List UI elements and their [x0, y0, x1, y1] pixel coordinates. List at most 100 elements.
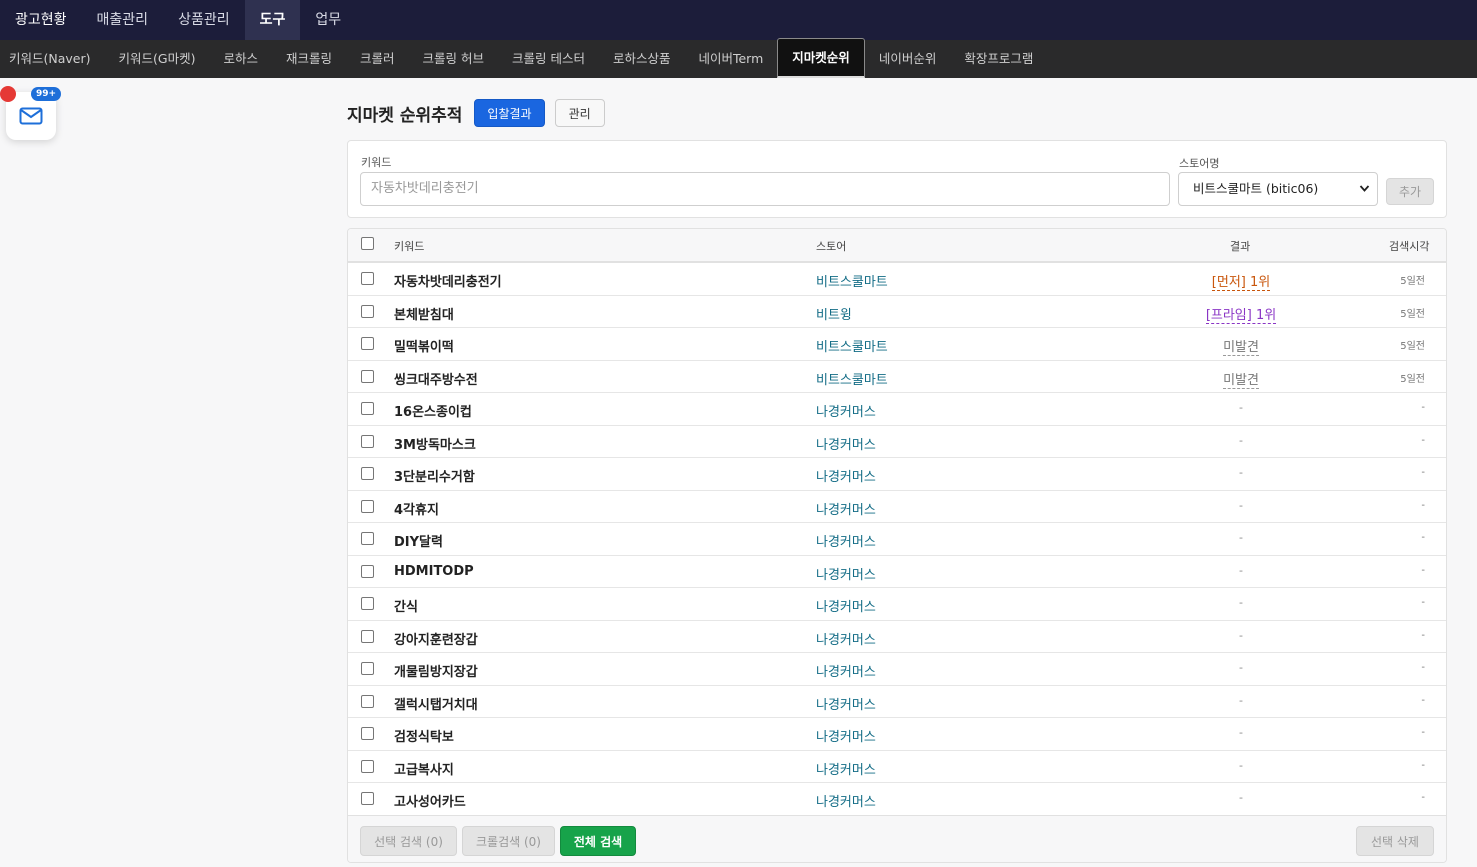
row-store-link[interactable]: 나경커머스: [816, 564, 876, 583]
row-keyword: 고사성어카드: [394, 795, 466, 810]
row-checkbox[interactable]: [361, 337, 374, 350]
header-keyword: 키워드: [394, 240, 425, 253]
row-checkbox[interactable]: [361, 272, 374, 285]
table-row: 자동차밧데리충전기 비트스쿨마트 [먼저] 1위 5일전: [348, 263, 1446, 296]
row-checkbox[interactable]: [361, 369, 374, 383]
result-value: 미발견: [1223, 369, 1259, 389]
sub-nav-item[interactable]: 지마켓순위: [777, 38, 865, 78]
row-search-time: 5일전: [1400, 276, 1425, 287]
row-checkbox[interactable]: [361, 597, 374, 610]
row-keyword: 검정식탁보: [394, 730, 454, 745]
row-store-link[interactable]: 나경커머스: [816, 629, 876, 648]
row-store-link[interactable]: 비트윙: [816, 304, 852, 323]
store-select[interactable]: 비트스쿨마트 (bitic06): [1178, 172, 1378, 206]
row-store-link[interactable]: 나경커머스: [816, 531, 876, 550]
sub-nav-item[interactable]: 키워드(G마켓): [105, 40, 210, 78]
sub-nav: 키워드(Naver) 키워드(G마켓) 로하스 재크롤링 크롤러 크롤링 허브 크롤링 테스…: [0, 38, 1477, 78]
bid-results-button[interactable]: 입찰결과: [474, 99, 545, 127]
sub-nav-item[interactable]: 네이버순위: [865, 40, 951, 78]
table-row: 본체받침대 비트윙 [프라임] 1위 5일전: [348, 296, 1446, 328]
row-store-link[interactable]: 나경커머스: [816, 726, 876, 745]
select-all-checkbox[interactable]: [361, 237, 374, 250]
sub-nav-item[interactable]: 재크롤링: [272, 40, 346, 78]
result-value: 미발견: [1223, 336, 1259, 356]
header-time: 검색시각: [1389, 240, 1430, 253]
row-checkbox[interactable]: [361, 304, 374, 318]
row-keyword: 3M방독마스크: [394, 437, 476, 453]
row-search-time: -: [1421, 759, 1425, 771]
table-row: 16온스종이컵 나경커머스 - -: [348, 393, 1446, 426]
result-value: -: [1239, 401, 1243, 414]
row-search-time: 5일전: [1400, 308, 1425, 320]
row-search-time: -: [1421, 402, 1425, 413]
result-value: -: [1239, 433, 1243, 447]
selected-search-button[interactable]: 선택 검색 (0): [360, 826, 457, 856]
delete-selected-button[interactable]: 선택 삭제: [1356, 826, 1434, 856]
notification-dot: [0, 86, 16, 102]
keyword-input[interactable]: 자동차밧데리충전기: [360, 172, 1170, 206]
sub-nav-item[interactable]: 크롤링 허브: [409, 40, 498, 78]
row-keyword: 밀떡볶이떡: [394, 340, 454, 355]
table-row: 밀떡볶이떡 비트스쿨마트 미발견 5일전: [348, 328, 1446, 361]
page-title: 지마켓 순위추적: [347, 105, 463, 126]
row-store-link[interactable]: 나경커머스: [816, 596, 876, 615]
header-result: 결과: [1230, 240, 1251, 253]
row-search-time: -: [1421, 532, 1425, 543]
row-store-link[interactable]: 비트스쿨마트: [816, 369, 888, 388]
row-checkbox[interactable]: [361, 402, 374, 415]
row-store-link[interactable]: 나경커머스: [816, 401, 876, 420]
row-checkbox[interactable]: [361, 662, 374, 675]
row-store-link[interactable]: 나경커머스: [816, 499, 876, 518]
top-nav-item[interactable]: 매출관리: [82, 0, 164, 40]
table-row: 4각휴지 나경커머스 - -: [348, 491, 1446, 523]
sub-nav-item[interactable]: 확장프로그램: [950, 40, 1047, 78]
row-store-link[interactable]: 비트스쿨마트: [816, 271, 888, 290]
chevron-down-icon: [1359, 173, 1370, 218]
ranking-table: 키워드 스토어 결과 검색시각 자동차밧데리충전기 비트스쿨마트 [먼저] 1위 5일…: [347, 228, 1447, 863]
row-keyword: 강아지훈련장갑: [394, 632, 478, 648]
sub-nav-item[interactable]: 네이버Term: [684, 40, 777, 78]
row-store-link[interactable]: 나경커머스: [816, 466, 876, 485]
row-checkbox[interactable]: [361, 694, 374, 708]
row-keyword: 씽크대주방수전: [394, 372, 478, 388]
sub-nav-item[interactable]: 크롤링 테스터: [498, 40, 599, 78]
manage-button[interactable]: 관리: [554, 99, 605, 127]
add-button[interactable]: 추가: [1386, 178, 1434, 205]
sub-nav-item[interactable]: 로하스: [209, 40, 272, 78]
row-checkbox[interactable]: [361, 792, 374, 805]
row-keyword: 고급복사지: [394, 762, 454, 778]
mail-count-badge: 99+: [31, 87, 62, 101]
add-keyword-form: 키워드 스토어명 자동차밧데리충전기 비트스쿨마트 (bitic06) 추가: [347, 140, 1447, 218]
top-nav-item[interactable]: 업무: [300, 0, 356, 40]
row-checkbox[interactable]: [361, 434, 374, 448]
row-store-link[interactable]: 나경커머스: [816, 694, 876, 713]
row-checkbox[interactable]: [361, 467, 374, 480]
row-store-link[interactable]: 나경커머스: [816, 661, 876, 680]
top-nav-item[interactable]: 상품관리: [163, 0, 245, 40]
sub-nav-item[interactable]: 크롤러: [346, 40, 409, 78]
top-nav-item[interactable]: 도구: [244, 0, 301, 40]
table-row: 고급복사지 나경커머스 - -: [348, 751, 1446, 783]
table-row: 씽크대주방수전 비트스쿨마트 미발견 5일전: [348, 361, 1446, 393]
search-all-button[interactable]: 전체 검색: [560, 826, 636, 856]
row-store-link[interactable]: 나경커머스: [816, 759, 876, 778]
result-value: -: [1239, 498, 1243, 512]
mail-widget[interactable]: 99+: [0, 86, 62, 140]
row-checkbox[interactable]: [361, 727, 374, 740]
row-store-link[interactable]: 나경커머스: [816, 791, 876, 810]
row-store-link[interactable]: 비트스쿨마트: [816, 336, 888, 355]
row-checkbox[interactable]: [361, 629, 374, 643]
store-select-value: 비트스쿨마트 (bitic06): [1193, 181, 1319, 196]
row-store-link[interactable]: 나경커머스: [816, 434, 876, 453]
top-nav-item[interactable]: 광고현황: [0, 0, 82, 40]
row-search-time: -: [1421, 434, 1425, 446]
row-checkbox[interactable]: [361, 564, 374, 578]
row-checkbox[interactable]: [361, 499, 374, 513]
header-store: 스토어: [816, 240, 847, 253]
result-value: -: [1239, 726, 1243, 739]
row-checkbox[interactable]: [361, 532, 374, 545]
row-checkbox[interactable]: [361, 759, 374, 773]
crawl-search-button[interactable]: 크롤검색 (0): [462, 826, 555, 856]
sub-nav-item[interactable]: 키워드(Naver): [0, 40, 105, 78]
sub-nav-item[interactable]: 로하스상품: [599, 40, 685, 78]
